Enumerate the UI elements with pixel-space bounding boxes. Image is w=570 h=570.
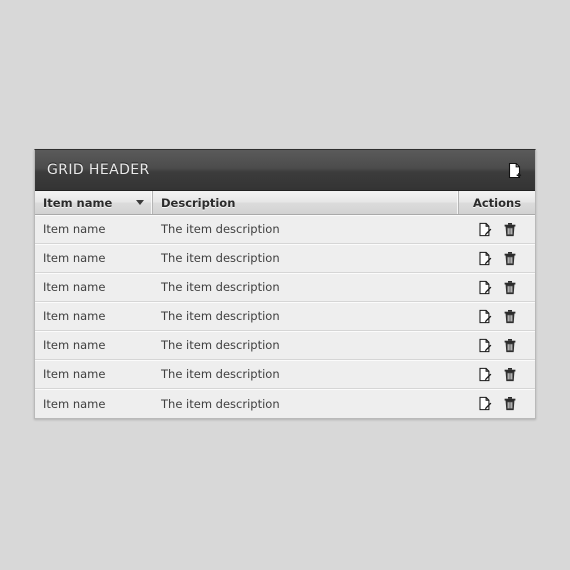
- table-row[interactable]: Item name The item description: [35, 331, 535, 360]
- edit-document-icon[interactable]: [477, 221, 493, 237]
- trash-icon[interactable]: [502, 366, 518, 382]
- table-row[interactable]: Item name The item description: [35, 215, 535, 244]
- add-document-icon[interactable]: [505, 160, 525, 180]
- trash-icon[interactable]: [502, 396, 518, 412]
- table-row[interactable]: Item name The item description: [35, 273, 535, 302]
- edit-document-icon[interactable]: [477, 366, 493, 382]
- column-header-description-label: Description: [161, 195, 236, 210]
- page-root: GRID HEADER Item name Description Action…: [0, 0, 570, 570]
- cell-description: The item description: [161, 338, 280, 352]
- column-header-description[interactable]: Description: [153, 191, 459, 214]
- cell-description: The item description: [161, 367, 280, 381]
- cell-actions: [459, 215, 535, 243]
- table-row[interactable]: Item name The item description: [35, 389, 535, 418]
- cell-item-name: Item name: [43, 251, 106, 265]
- table-row[interactable]: Item name The item description: [35, 244, 535, 273]
- trash-icon[interactable]: [502, 250, 518, 266]
- table-row[interactable]: Item name The item description: [35, 360, 535, 389]
- cell-actions: [459, 331, 535, 359]
- trash-icon[interactable]: [502, 221, 518, 237]
- trash-icon[interactable]: [502, 279, 518, 295]
- edit-document-icon[interactable]: [477, 279, 493, 295]
- cell-item-name: Item name: [43, 222, 106, 236]
- column-header-item-name-label: Item name: [43, 195, 113, 210]
- column-header-actions: Actions: [459, 191, 535, 214]
- grid-titlebar-actions: [505, 160, 525, 180]
- cell-description: The item description: [161, 309, 280, 323]
- grid-body: Item name The item description Item name…: [35, 215, 535, 418]
- table-row[interactable]: Item name The item description: [35, 302, 535, 331]
- cell-actions: [459, 389, 535, 418]
- trash-icon[interactable]: [502, 308, 518, 324]
- grid-titlebar: GRID HEADER: [35, 150, 535, 191]
- cell-item-name: Item name: [43, 309, 106, 323]
- cell-actions: [459, 360, 535, 388]
- edit-document-icon[interactable]: [477, 337, 493, 353]
- data-grid-widget: GRID HEADER Item name Description Action…: [34, 149, 536, 419]
- cell-actions: [459, 273, 535, 301]
- edit-document-icon[interactable]: [477, 250, 493, 266]
- column-header-item-name[interactable]: Item name: [35, 191, 153, 214]
- cell-item-name: Item name: [43, 396, 106, 411]
- trash-icon[interactable]: [502, 337, 518, 353]
- column-header-actions-label: Actions: [472, 195, 522, 210]
- edit-document-icon[interactable]: [477, 396, 493, 412]
- cell-item-name: Item name: [43, 280, 106, 294]
- grid-title: GRID HEADER: [47, 162, 150, 178]
- cell-description: The item description: [161, 280, 280, 294]
- cell-actions: [459, 244, 535, 272]
- cell-actions: [459, 302, 535, 330]
- cell-description: The item description: [161, 396, 280, 411]
- grid-column-header-row: Item name Description Actions: [35, 191, 535, 215]
- triangle-down-icon[interactable]: [136, 200, 144, 205]
- cell-description: The item description: [161, 222, 280, 236]
- cell-description: The item description: [161, 251, 280, 265]
- edit-document-icon[interactable]: [477, 308, 493, 324]
- cell-item-name: Item name: [43, 338, 106, 352]
- cell-item-name: Item name: [43, 367, 106, 381]
